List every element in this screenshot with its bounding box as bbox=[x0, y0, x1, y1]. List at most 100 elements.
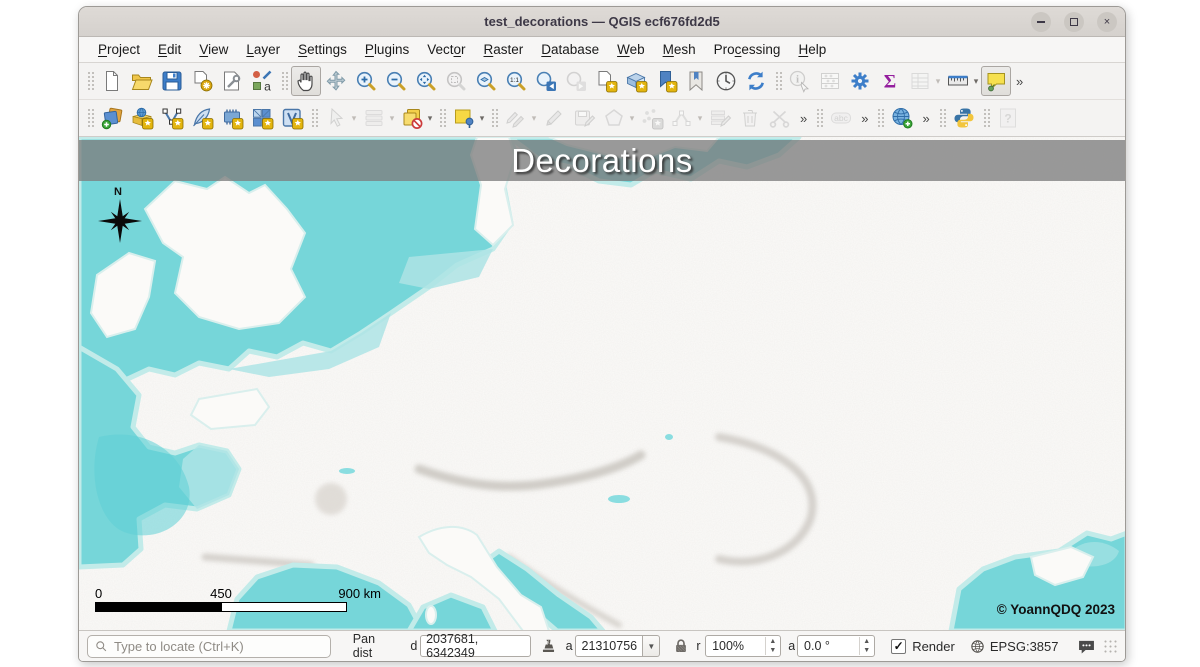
spin-down-icon[interactable]: ▼ bbox=[766, 646, 779, 655]
attribute-tables-menu-button bbox=[905, 66, 935, 96]
pan-map-button[interactable] bbox=[291, 66, 321, 96]
show-layout-manager-button[interactable] bbox=[217, 66, 247, 96]
resize-grip[interactable] bbox=[1103, 639, 1117, 653]
labeling-options-button[interactable] bbox=[449, 103, 479, 133]
magnifier-spinbox[interactable]: 100% ▲▼ bbox=[705, 635, 781, 657]
render-checkbox[interactable]: ✓ bbox=[891, 639, 906, 654]
map-tips-button[interactable] bbox=[981, 66, 1011, 96]
toolbar-drag-handle[interactable] bbox=[86, 70, 94, 92]
globe-icon bbox=[969, 638, 986, 655]
menu-edit[interactable]: Edit bbox=[149, 39, 190, 60]
toolbar-drag-handle[interactable] bbox=[982, 107, 990, 129]
rotation-spinbox[interactable]: 0.0 ° ▲▼ bbox=[797, 635, 875, 657]
menu-vector[interactable]: Vector bbox=[418, 39, 474, 60]
rotation-label-clipped: a bbox=[788, 639, 795, 653]
toolbar-overflow-button[interactable]: » bbox=[1011, 74, 1028, 89]
vertex-icon bbox=[670, 106, 694, 130]
title-bar[interactable]: test_decorations — QGIS ecf676fd2d5 × bbox=[79, 7, 1125, 37]
show-spatial-bookmarks-button[interactable] bbox=[681, 66, 711, 96]
toolbar-drag-handle[interactable] bbox=[938, 107, 946, 129]
check-icon: ✓ bbox=[894, 639, 904, 653]
zoom-in-button[interactable] bbox=[351, 66, 381, 96]
scale-input[interactable]: 21310756 bbox=[575, 635, 643, 657]
refresh-map-button[interactable] bbox=[741, 66, 771, 96]
zoom-full-button[interactable] bbox=[411, 66, 441, 96]
gear-icon bbox=[848, 69, 872, 93]
lock-scale-button[interactable] bbox=[672, 637, 690, 655]
toolbar-drag-handle[interactable] bbox=[280, 70, 288, 92]
new-mesh-layer-button[interactable] bbox=[247, 103, 277, 133]
new-spatial-bookmark-button[interactable] bbox=[651, 66, 681, 96]
open-project-button[interactable] bbox=[127, 66, 157, 96]
menu-plugins[interactable]: Plugins bbox=[356, 39, 418, 60]
status-message: Pan dist bbox=[353, 632, 397, 660]
minimize-button[interactable] bbox=[1031, 12, 1051, 32]
bookmark-new-icon bbox=[654, 69, 678, 93]
search-icon bbox=[94, 639, 109, 654]
menu-view[interactable]: View bbox=[190, 39, 237, 60]
new-temporary-scratch-layer-button[interactable] bbox=[217, 103, 247, 133]
spin-down-icon[interactable]: ▼ bbox=[860, 646, 873, 655]
menu-help[interactable]: Help bbox=[789, 39, 835, 60]
toolbar-drag-handle[interactable] bbox=[876, 107, 884, 129]
zoom-to-layer-button[interactable] bbox=[471, 66, 501, 96]
save-project-button[interactable] bbox=[157, 66, 187, 96]
new-shapefile-layer-button[interactable] bbox=[157, 103, 187, 133]
north-arrow-label: N bbox=[114, 186, 122, 198]
new-print-layout-button[interactable] bbox=[187, 66, 217, 96]
crs-status-button[interactable]: EPSG:3857 bbox=[969, 638, 1059, 655]
zoom-out-button[interactable] bbox=[381, 66, 411, 96]
new-3d-map-view-button[interactable] bbox=[621, 66, 651, 96]
toolbar-drag-handle[interactable] bbox=[86, 107, 94, 129]
metasearch-button[interactable] bbox=[887, 103, 917, 133]
measure-line-button[interactable] bbox=[943, 66, 973, 96]
mag-minus-icon bbox=[384, 69, 408, 93]
python-console-button[interactable] bbox=[949, 103, 979, 133]
scale-dropdown-button[interactable]: ▼ bbox=[643, 635, 660, 657]
toolbar-drag-handle[interactable] bbox=[774, 70, 782, 92]
messages-button[interactable] bbox=[1076, 636, 1097, 657]
menu-database[interactable]: Database bbox=[532, 39, 608, 60]
locator-search-input[interactable]: Type to locate (Ctrl+K) bbox=[87, 635, 331, 658]
coordinate-input[interactable]: 2037681, 6342349 bbox=[420, 635, 530, 657]
menu-raster[interactable]: Raster bbox=[475, 39, 533, 60]
layers-no-icon bbox=[400, 106, 424, 130]
spin-up-icon[interactable]: ▲ bbox=[766, 637, 779, 646]
close-button[interactable]: × bbox=[1097, 12, 1117, 32]
select-by-value-button bbox=[359, 103, 389, 133]
toolbar-drag-handle[interactable] bbox=[438, 107, 446, 129]
current-edits-button bbox=[501, 103, 531, 133]
deselect-features-all-layers-button[interactable] bbox=[397, 103, 427, 133]
zoom-native-resolution-button[interactable] bbox=[501, 66, 531, 96]
zoom-last-button[interactable] bbox=[531, 66, 561, 96]
statistical-summary-button[interactable] bbox=[875, 66, 905, 96]
toggle-extents-button[interactable] bbox=[539, 637, 558, 656]
maximize-button[interactable] bbox=[1064, 12, 1084, 32]
new-project-button[interactable] bbox=[97, 66, 127, 96]
new-geopackage-layer-button[interactable] bbox=[187, 103, 217, 133]
toolbar-overflow-button[interactable]: » bbox=[917, 111, 934, 126]
toolbar-drag-handle[interactable] bbox=[815, 107, 823, 129]
label-pin-icon bbox=[452, 106, 476, 130]
add-layer-button[interactable] bbox=[97, 103, 127, 133]
menu-settings[interactable]: Settings bbox=[289, 39, 356, 60]
menu-mesh[interactable]: Mesh bbox=[654, 39, 705, 60]
menu-layer[interactable]: Layer bbox=[237, 39, 289, 60]
map-canvas[interactable]: Decorations N 0 450 900 km © YoannQDQ 20… bbox=[79, 137, 1125, 630]
page-gear-icon bbox=[190, 69, 214, 93]
data-source-manager-button[interactable] bbox=[127, 103, 157, 133]
toolbar-overflow-button[interactable]: » bbox=[856, 111, 873, 126]
menu-project[interactable]: Project bbox=[89, 39, 149, 60]
spin-up-icon[interactable]: ▲ bbox=[860, 637, 873, 646]
toolbar-overflow-button[interactable]: » bbox=[795, 111, 812, 126]
toolbar-drag-handle[interactable] bbox=[310, 107, 318, 129]
pan-map-to-selection-button[interactable] bbox=[321, 66, 351, 96]
new-virtual-layer-button[interactable] bbox=[277, 103, 307, 133]
menu-web[interactable]: Web bbox=[608, 39, 654, 60]
menu-processing[interactable]: Processing bbox=[705, 39, 790, 60]
processing-toolbox-button[interactable] bbox=[845, 66, 875, 96]
new-map-view-button[interactable] bbox=[591, 66, 621, 96]
temporal-controller-button[interactable] bbox=[711, 66, 741, 96]
toolbar-drag-handle[interactable] bbox=[490, 107, 498, 129]
style-manager-button[interactable] bbox=[247, 66, 277, 96]
